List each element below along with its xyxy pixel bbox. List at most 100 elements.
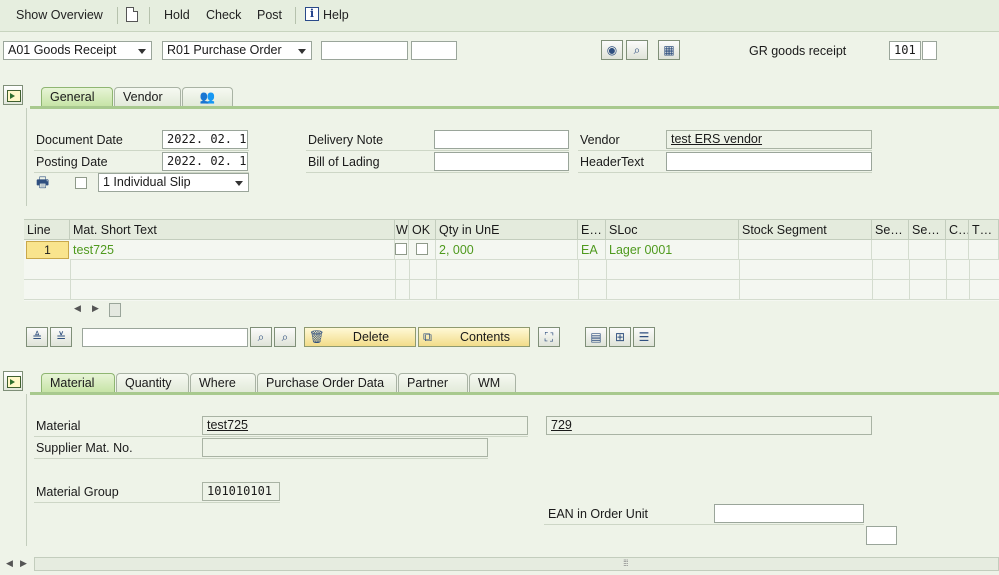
collapse-header-icon[interactable] bbox=[3, 85, 23, 105]
reference-select[interactable]: R01 Purchase Order bbox=[162, 41, 312, 60]
deselect-all-icon[interactable]: ≚ bbox=[50, 327, 72, 347]
row-stock-segment[interactable] bbox=[739, 240, 872, 260]
scroll-left-icon[interactable]: ◀ bbox=[74, 303, 81, 314]
movement-indicator-field[interactable] bbox=[922, 41, 937, 60]
col-eun[interactable]: EUn bbox=[578, 220, 606, 240]
hold-button[interactable]: Hold bbox=[164, 8, 190, 22]
col-th[interactable]: Th... bbox=[969, 220, 999, 240]
check-button[interactable]: Check bbox=[206, 8, 241, 22]
tab-quantity-label: Quantity bbox=[125, 376, 172, 390]
reference-document-field[interactable] bbox=[321, 41, 408, 60]
post-button[interactable]: Post bbox=[257, 8, 282, 22]
row-eun[interactable]: EA bbox=[578, 240, 606, 260]
row-th[interactable] bbox=[969, 240, 999, 260]
row-mat-text[interactable]: test725 bbox=[70, 240, 395, 260]
tab-purchase-order-data[interactable]: Purchase Order Data bbox=[257, 373, 397, 393]
chevron-down-icon bbox=[298, 49, 306, 54]
ean-category-field[interactable] bbox=[866, 526, 897, 545]
execute-icon[interactable]: ◉ bbox=[601, 40, 623, 60]
settings-list-icon[interactable]: ☰ bbox=[633, 327, 655, 347]
ok-checkbox[interactable] bbox=[416, 243, 428, 255]
help-button[interactable]: Help bbox=[323, 8, 349, 22]
find-icon[interactable]: ⌕ bbox=[250, 327, 272, 347]
info-icon[interactable]: i bbox=[305, 7, 319, 21]
col-sea-1[interactable]: Sea... bbox=[872, 220, 909, 240]
w-checkbox[interactable] bbox=[395, 243, 407, 255]
col-sloc[interactable]: SLoc bbox=[606, 220, 739, 240]
bill-of-lading-label: Bill of Lading bbox=[308, 155, 380, 169]
document-date-field[interactable]: 2022. 02. 11 bbox=[162, 130, 248, 149]
transaction-select[interactable]: A01 Goods Receipt bbox=[3, 41, 152, 60]
tab-vendor[interactable]: Vendor bbox=[114, 87, 181, 107]
add-row-icon[interactable]: ⊞ bbox=[609, 327, 631, 347]
print-checkbox[interactable] bbox=[75, 177, 87, 189]
tab-material[interactable]: Material bbox=[41, 373, 115, 393]
scroll-left-icon[interactable]: ◀ bbox=[6, 558, 13, 569]
tab-quantity[interactable]: Quantity bbox=[116, 373, 189, 393]
layout-icon[interactable]: ▦ bbox=[658, 40, 680, 60]
column-line bbox=[969, 260, 970, 300]
delete-button[interactable]: 🗑 Delete bbox=[304, 327, 416, 347]
material-group-field[interactable]: 101010101 bbox=[202, 482, 280, 501]
material-number-field[interactable]: 729 bbox=[546, 416, 872, 435]
header-text-field[interactable] bbox=[666, 152, 872, 171]
tab-where[interactable]: Where bbox=[190, 373, 256, 393]
column-line bbox=[872, 260, 873, 300]
tab-partner-detail[interactable]: Partner bbox=[398, 373, 468, 393]
col-sea-2[interactable]: Sea... bbox=[909, 220, 946, 240]
row-qty[interactable]: 2, 000 bbox=[436, 240, 578, 260]
reference-item-field[interactable] bbox=[411, 41, 457, 60]
col-ok[interactable]: OK bbox=[409, 220, 436, 240]
row-w-cell bbox=[395, 240, 409, 260]
column-line bbox=[395, 260, 396, 300]
table-search-input[interactable] bbox=[82, 328, 248, 347]
find-next-icon[interactable]: ⌕ bbox=[274, 327, 296, 347]
col-c[interactable]: C... bbox=[946, 220, 969, 240]
posting-date-field[interactable]: 2022. 02. 11 bbox=[162, 152, 248, 171]
table-row[interactable] bbox=[24, 260, 999, 280]
col-qty[interactable]: Qty in UnE bbox=[436, 220, 578, 240]
supplier-mat-label: Supplier Mat. No. bbox=[36, 441, 133, 455]
slip-type-select[interactable]: 1 Individual Slip bbox=[98, 173, 249, 192]
table-row[interactable] bbox=[24, 280, 999, 300]
grip-icon[interactable]: ⁞⁞⁞ bbox=[623, 558, 628, 568]
binoculars-icon[interactable]: ⌕ bbox=[626, 40, 648, 60]
col-stock-segment[interactable]: Stock Segment bbox=[739, 220, 872, 240]
select-all-icon[interactable]: ≜ bbox=[26, 327, 48, 347]
scroll-thumb[interactable] bbox=[109, 303, 121, 317]
row-sea-1[interactable] bbox=[872, 240, 909, 260]
tab-wm[interactable]: WM bbox=[469, 373, 516, 393]
col-w[interactable]: W bbox=[395, 220, 409, 240]
tab-general[interactable]: General bbox=[41, 87, 113, 107]
show-overview-button[interactable]: Show Overview bbox=[16, 8, 103, 22]
horizontal-scrollbar[interactable]: ⁞⁞⁞ bbox=[34, 557, 999, 571]
supplier-mat-field[interactable] bbox=[202, 438, 488, 457]
movement-type-field[interactable]: 101 bbox=[889, 41, 921, 60]
line-number-button[interactable]: 1 bbox=[26, 241, 69, 259]
row-sloc[interactable]: Lager 0001 bbox=[606, 240, 739, 260]
stock-overview-icon[interactable]: ▤ bbox=[585, 327, 607, 347]
tab-vendor-label: Vendor bbox=[123, 90, 163, 104]
tab-where-label: Where bbox=[199, 376, 236, 390]
column-line bbox=[946, 260, 947, 300]
delivery-note-field[interactable] bbox=[434, 130, 569, 149]
bill-of-lading-field[interactable] bbox=[434, 152, 569, 171]
material-field[interactable]: test725 bbox=[202, 416, 528, 435]
scroll-right-icon[interactable]: ▶ bbox=[92, 303, 99, 314]
vendor-field[interactable]: test ERS vendor bbox=[666, 130, 872, 149]
contents-button[interactable]: ⧉ Contents bbox=[418, 327, 530, 347]
row-c[interactable] bbox=[946, 240, 969, 260]
col-line[interactable]: Line bbox=[24, 220, 70, 240]
printer-icon[interactable]: 🖶 bbox=[36, 175, 53, 189]
expand-icon[interactable]: ⛶ bbox=[538, 327, 560, 347]
column-line bbox=[578, 260, 579, 300]
collapse-detail-icon[interactable] bbox=[3, 371, 23, 391]
table-scrollbar[interactable]: ◀ ▶ bbox=[24, 301, 999, 319]
tab-partner[interactable]: 👥 bbox=[182, 87, 233, 107]
scroll-right-icon[interactable]: ▶ bbox=[20, 558, 27, 569]
document-icon[interactable] bbox=[126, 7, 138, 22]
row-sea-2[interactable] bbox=[909, 240, 946, 260]
ean-field[interactable] bbox=[714, 504, 864, 523]
col-mat-short-text[interactable]: Mat. Short Text bbox=[70, 220, 395, 240]
row-divider bbox=[306, 150, 569, 151]
